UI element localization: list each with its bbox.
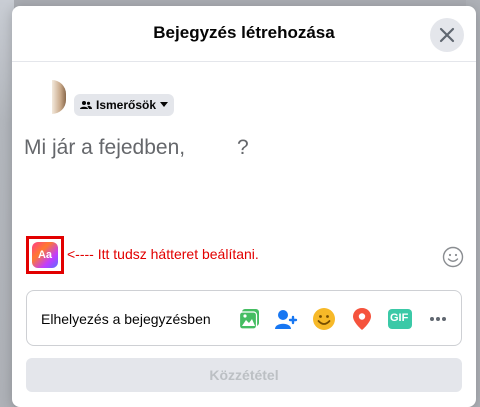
- gif-label: GIF: [390, 312, 409, 324]
- friends-icon: [80, 101, 92, 109]
- tag-people-button[interactable]: [273, 306, 299, 332]
- photo-video-button[interactable]: [237, 306, 263, 332]
- background-picker-button[interactable]: Aa: [26, 236, 64, 274]
- feeling-button[interactable]: [311, 306, 337, 332]
- feeling-icon: [313, 308, 335, 330]
- more-icon: [430, 317, 446, 321]
- dialog-title: Bejegyzés létrehozása: [153, 23, 335, 42]
- tag-people-icon: [275, 310, 298, 329]
- add-to-post-bar: Elhelyezés a bejegyzésben GIF: [26, 290, 462, 346]
- close-button[interactable]: [430, 18, 464, 52]
- more-button[interactable]: [425, 306, 451, 332]
- composer-placeholder: Mi jár a fejedben,: [24, 136, 186, 159]
- check-in-icon: [353, 308, 371, 330]
- check-in-button[interactable]: [349, 306, 375, 332]
- caret-down-icon: [160, 102, 169, 107]
- gif-button[interactable]: GIF: [387, 306, 413, 332]
- add-to-post-label: Elhelyezés a bejegyzésben: [41, 311, 211, 327]
- composer-question-mark: ?: [237, 136, 249, 159]
- post-text-input[interactable]: Mi jár a fejedben, ?: [24, 136, 464, 166]
- emoji-icon[interactable]: [442, 246, 464, 268]
- dialog-header: Bejegyzés létrehozása: [12, 6, 476, 62]
- post-button[interactable]: Közzététel: [26, 358, 462, 392]
- audience-selector[interactable]: Ismerősök: [74, 94, 175, 116]
- audience-label: Ismerősök: [96, 98, 157, 112]
- background-aa-icon: Aa: [32, 242, 58, 268]
- close-icon: [439, 27, 455, 43]
- avatar[interactable]: [52, 80, 66, 114]
- annotation-text: <---- Itt tudsz hátteret beálítani.: [67, 246, 259, 262]
- photo-video-icon: [238, 309, 259, 330]
- create-post-dialog: Bejegyzés létrehozása Ismerősök Mi jár a…: [12, 6, 476, 407]
